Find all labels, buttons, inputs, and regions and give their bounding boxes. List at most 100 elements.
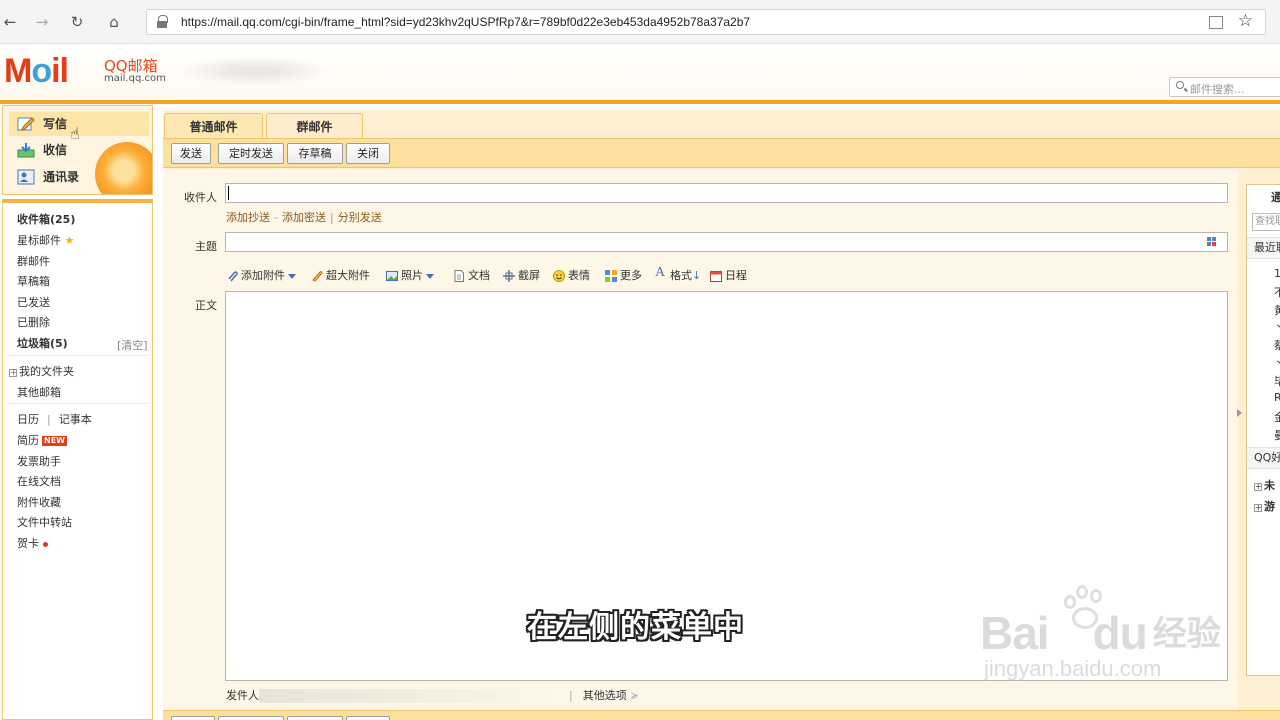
contact-search-input[interactable]: 查找联系人 <box>1252 213 1280 231</box>
search-placeholder: 邮件搜索... <box>1190 83 1245 96</box>
large-attachment-button[interactable]: 超大附件 <box>311 267 370 285</box>
star-icon: ★ <box>64 234 75 247</box>
tab-group-mail[interactable]: 群邮件 <box>266 113 363 139</box>
resume-label: 简历 <box>17 434 39 447</box>
contact-item[interactable]: 蔡 <box>1274 337 1280 353</box>
resume-link[interactable]: 简历 NEW <box>17 432 67 448</box>
tab-normal-mail[interactable]: 普通邮件 <box>164 113 263 139</box>
watermark-brand-2: du <box>1092 607 1148 659</box>
contacts-button[interactable]: 通讯录 <box>9 165 149 189</box>
add-attachment-button[interactable]: 添加附件 <box>226 267 296 285</box>
close-button[interactable]: 关闭 <box>346 143 390 164</box>
grid-options-icon[interactable] <box>1207 237 1219 247</box>
bottom-close-button[interactable] <box>346 716 390 720</box>
format-button[interactable]: A 格式↓ <box>655 265 701 285</box>
contact-item[interactable]: 不 <box>1274 284 1280 300</box>
font-a-icon: A <box>655 265 666 280</box>
schedule-label: 日程 <box>725 269 747 282</box>
mail-search-input[interactable]: 邮件搜索... <box>1169 77 1280 97</box>
compose-toolbar: 发送 定时发送 存草稿 关闭 <box>163 138 1280 168</box>
photo-button[interactable]: 照片 <box>386 267 434 285</box>
contact-group-label: 未 <box>1264 479 1275 492</box>
reader-view-icon[interactable] <box>1209 16 1223 29</box>
divider <box>9 403 149 404</box>
online-docs-link[interactable]: 在线文档 <box>17 473 61 489</box>
contacts-sidebar: 通 查找联系人 最近联 1 不 黄 丶 蔡 丶 毕 R 金 曼 QQ好 +未 +… <box>1246 184 1280 676</box>
contact-item[interactable]: 黄 <box>1274 302 1280 318</box>
to-label: 收件人 <box>184 191 217 204</box>
more-label: 更多 <box>620 269 642 282</box>
dropdown-arrow-icon[interactable] <box>288 273 296 279</box>
my-folders-toggle[interactable]: + 我的文件夹 <box>9 363 74 379</box>
separate-send-link[interactable]: 分别发送 <box>338 211 382 224</box>
contact-item[interactable]: R <box>1274 391 1280 404</box>
reload-icon[interactable]: ↻ <box>67 12 87 32</box>
quick-actions-panel: 写信 收信 通讯录 <box>2 105 153 195</box>
home-icon[interactable]: ⌂ <box>104 12 124 32</box>
baidu-jingyan-watermark: Bai du 经验 jingyan.baidu.com <box>980 606 1221 681</box>
folder-inbox[interactable]: 收件箱(25) <box>17 211 75 227</box>
folder-drafts[interactable]: 草稿箱 <box>17 273 50 289</box>
schedule-button[interactable]: 日程 <box>710 267 747 285</box>
invoice-helper-link[interactable]: 发票助手 <box>17 453 61 469</box>
collapse-panel-arrow-icon[interactable] <box>1237 409 1242 417</box>
contact-item[interactable]: 丶 <box>1274 319 1280 335</box>
attachments-link[interactable]: 附件收藏 <box>17 494 61 510</box>
url-text: https://mail.qq.com/cgi-bin/frame_html?s… <box>181 15 751 29</box>
folder-starred[interactable]: 星标邮件 ★ <box>17 232 74 248</box>
contact-item[interactable]: 曼 <box>1274 427 1280 443</box>
add-bcc-link[interactable]: 添加密送 <box>282 211 326 224</box>
logo-domain: mail.qq.com <box>104 73 166 84</box>
add-cc-link[interactable]: 添加抄送 <box>226 211 270 224</box>
to-input[interactable] <box>225 183 1228 203</box>
subject-input[interactable] <box>225 232 1228 252</box>
add-attachment-label: 添加附件 <box>241 269 285 282</box>
scheduled-send-button[interactable]: 定时发送 <box>218 143 284 164</box>
emoji-button[interactable]: 表情 <box>553 267 590 285</box>
bottom-draft-button[interactable] <box>287 716 343 720</box>
contact-item[interactable]: 丶 <box>1274 355 1280 371</box>
bottom-scheduled-button[interactable] <box>218 716 284 720</box>
other-options-link[interactable]: 其他选项 <box>583 689 627 702</box>
body-label: 正文 <box>195 299 217 312</box>
bottom-send-button[interactable] <box>171 716 215 720</box>
calendar-link[interactable]: 日历 <box>17 413 39 426</box>
contact-item[interactable]: 1 <box>1274 267 1280 280</box>
grid-icon <box>605 270 617 282</box>
document-icon <box>454 270 464 282</box>
document-button[interactable]: 文档 <box>453 267 490 285</box>
other-mailboxes[interactable]: 其他邮箱 <box>17 384 61 400</box>
folder-group-mail[interactable]: 群邮件 <box>17 253 50 269</box>
calendar-notebook-row: 日历 | 记事本 <box>17 413 92 426</box>
send-button[interactable]: 发送 <box>171 143 211 164</box>
contact-group[interactable]: + 游 <box>1254 498 1275 514</box>
screenshot-button[interactable]: 截屏 <box>503 267 540 285</box>
contact-item[interactable]: 毕 <box>1274 373 1280 389</box>
folder-spam[interactable]: 垃圾箱(5) <box>17 335 68 351</box>
recent-contacts-header[interactable]: 最近联 <box>1247 237 1280 259</box>
folder-starred-label: 星标邮件 <box>17 234 61 247</box>
clear-spam-link[interactable]: [清空] <box>117 337 148 353</box>
folder-sent[interactable]: 已发送 <box>17 294 50 310</box>
receive-label: 收信 <box>43 143 68 157</box>
smiley-icon <box>553 270 565 282</box>
bookmark-star-icon[interactable]: ☆ <box>1238 11 1253 31</box>
save-draft-button[interactable]: 存草稿 <box>287 143 343 164</box>
dropdown-arrow-icon[interactable] <box>426 273 434 279</box>
qq-friends-header[interactable]: QQ好 <box>1247 447 1280 469</box>
calendar-icon <box>710 271 722 282</box>
file-transfer-link[interactable]: 文件中转站 <box>17 514 72 530</box>
bottom-toolbar <box>163 710 1280 720</box>
logo[interactable]: Moil <box>4 52 69 91</box>
address-bar[interactable]: https://mail.qq.com/cgi-bin/frame_html?s… <box>146 9 1266 35</box>
notebook-link[interactable]: 记事本 <box>59 413 92 426</box>
back-arrow-icon[interactable]: ← <box>0 12 20 32</box>
forward-arrow-icon[interactable]: → <box>32 12 52 32</box>
contact-group[interactable]: + 未 <box>1254 477 1275 493</box>
contact-item[interactable]: 金 <box>1274 409 1280 425</box>
folder-deleted[interactable]: 已删除 <box>17 314 50 330</box>
greeting-card-link[interactable]: 贺卡 <box>17 535 48 551</box>
sender-label: 发件人 <box>226 689 259 702</box>
text-caret <box>228 186 229 200</box>
more-button[interactable]: 更多 <box>605 267 642 285</box>
